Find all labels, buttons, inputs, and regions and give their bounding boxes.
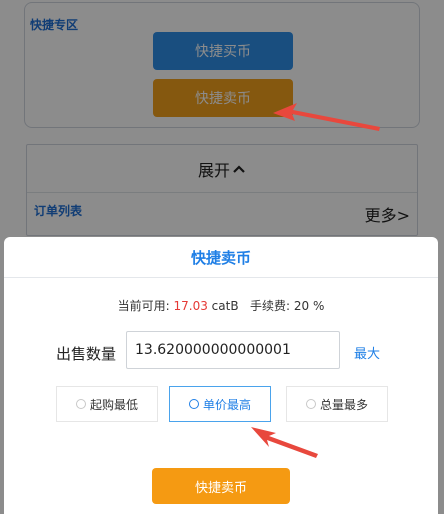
- quick-sell-submit-button[interactable]: 快捷卖币: [152, 468, 290, 504]
- radio-icon: [75, 399, 86, 409]
- option-label: 起购最低: [89, 397, 138, 412]
- quantity-label: 出售数量: [56, 345, 117, 363]
- option-label: 单价最高: [202, 397, 251, 412]
- balance-prefix: 当前可用:: [117, 299, 170, 313]
- option-label: 总量最多: [319, 397, 368, 412]
- quick-sell-sheet: 快捷卖币 当前可用: 17.03 catB 手续费: 20 % 出售数量 13.…: [4, 237, 438, 514]
- radio-icon: [305, 399, 316, 409]
- sheet-title: 快捷卖币: [4, 237, 438, 278]
- radio-icon: [188, 399, 199, 409]
- quantity-input[interactable]: 13.620000000000001: [126, 331, 340, 369]
- balance-row: 当前可用: 17.03 catB 手续费: 20 %: [4, 297, 438, 314]
- fee-value: 20 %: [293, 299, 325, 313]
- max-button[interactable]: 最大: [354, 343, 380, 362]
- option-most-volume[interactable]: 总量最多: [286, 386, 388, 422]
- option-min-purchase[interactable]: 起购最低: [56, 386, 158, 422]
- balance-value: 17.03: [173, 299, 208, 313]
- option-highest-price[interactable]: 单价最高: [169, 386, 271, 422]
- balance-unit: catB: [211, 299, 239, 313]
- fee-label: 手续费:: [250, 299, 291, 313]
